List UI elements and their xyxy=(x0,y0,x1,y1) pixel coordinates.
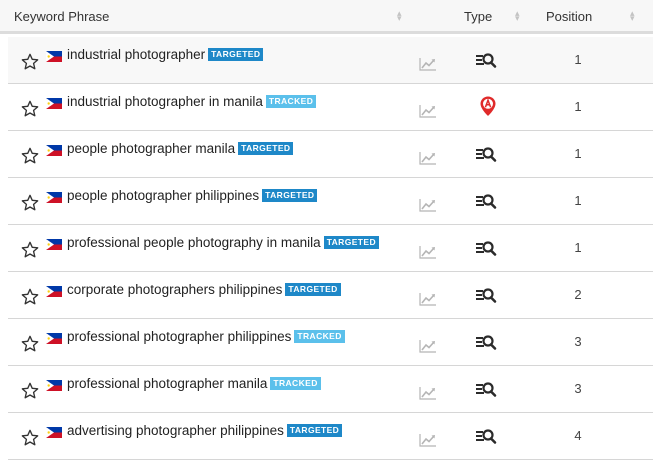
organic-search-icon xyxy=(475,427,497,445)
trend-chart-icon[interactable] xyxy=(419,433,437,447)
position-value: 2 xyxy=(574,287,582,302)
star-icon[interactable] xyxy=(20,52,40,72)
philippines-flag-icon xyxy=(46,96,62,109)
position-value: 1 xyxy=(574,52,582,67)
position-value: 1 xyxy=(574,99,582,114)
keyword-phrase: professional photographer manila TRACKED xyxy=(67,376,321,391)
targeted-badge: TARGETED xyxy=(238,142,294,155)
star-icon[interactable] xyxy=(20,240,40,260)
table-row[interactable]: professional photographer philippines TRA… xyxy=(8,319,653,366)
targeted-badge: TARGETED xyxy=(286,424,343,437)
position-value: 1 xyxy=(574,193,582,208)
table-row[interactable]: professional photographer manila TRACKED 3 xyxy=(8,366,653,413)
keyword-text: industrial photographer in manila xyxy=(67,94,263,109)
trend-chart-icon[interactable] xyxy=(419,57,437,71)
position-value: 3 xyxy=(574,334,582,349)
keyword-text: professional photographer philippines xyxy=(67,329,292,344)
table-row[interactable]: corporate photographers philippines TARGE… xyxy=(8,272,653,319)
philippines-flag-icon xyxy=(46,190,62,203)
trend-chart-icon[interactable] xyxy=(419,292,437,306)
keyword-phrase: people photographer philippines TARGETED xyxy=(67,188,318,203)
organic-search-icon xyxy=(475,286,497,304)
targeted-badge: TARGETED xyxy=(323,236,380,249)
position-value: 4 xyxy=(574,428,582,443)
keyword-text: corporate photographers philippines xyxy=(67,282,283,297)
table-header: Keyword Phrase ▴ ▾ Type ▴ ▾ Position ▴ ▾ xyxy=(0,0,653,34)
star-icon[interactable] xyxy=(20,334,40,354)
keyword-text: professional photographer manila xyxy=(67,376,268,391)
star-icon[interactable] xyxy=(20,428,40,448)
targeted-badge: TARGETED xyxy=(208,48,264,61)
sort-position-icon[interactable]: ▴ ▾ xyxy=(630,9,635,23)
position-value: 1 xyxy=(574,146,582,161)
keyword-phrase: people photographer manila TARGETED xyxy=(67,141,294,156)
targeted-badge: TARGETED xyxy=(262,189,318,202)
position-header[interactable]: Position xyxy=(546,9,592,24)
keyword-text: professional people photography in manil… xyxy=(67,235,321,250)
philippines-flag-icon xyxy=(46,143,62,156)
philippines-flag-icon xyxy=(46,284,62,297)
star-icon[interactable] xyxy=(20,99,40,119)
keyword-phrase: advertising photographer philippines TARG… xyxy=(67,423,343,438)
table-row[interactable]: people photographer philippines TARGETED 1 xyxy=(8,178,653,225)
trend-chart-icon[interactable] xyxy=(419,245,437,259)
tracked-badge: TRACKED xyxy=(265,95,317,108)
trend-chart-icon[interactable] xyxy=(419,151,437,165)
philippines-flag-icon xyxy=(46,331,62,344)
trend-chart-icon[interactable] xyxy=(419,104,437,118)
keyword-phrase-header[interactable]: Keyword Phrase xyxy=(14,9,109,24)
star-icon[interactable] xyxy=(20,146,40,166)
keyword-text: people photographer manila xyxy=(67,141,236,156)
tracked-badge: TRACKED xyxy=(294,330,345,343)
keyword-text: industrial photographer xyxy=(67,47,206,62)
position-value: 1 xyxy=(574,240,582,255)
table-row[interactable]: people photographer manila TARGETED 1 xyxy=(8,131,653,178)
sort-type-icon[interactable]: ▴ ▾ xyxy=(515,9,520,23)
table-row[interactable]: industrial photographer TARGETED 1 xyxy=(8,37,653,84)
organic-search-icon xyxy=(475,51,497,69)
table-row[interactable]: professional people photography in manil… xyxy=(8,225,653,272)
table-row[interactable]: industrial photographer in manila TRACKED… xyxy=(8,84,653,131)
position-value: 3 xyxy=(574,381,582,396)
tracked-badge: TRACKED xyxy=(270,377,321,390)
star-icon[interactable] xyxy=(20,287,40,307)
organic-search-icon xyxy=(475,333,497,351)
keyword-phrase: corporate photographers philippines TARGE… xyxy=(67,282,341,297)
philippines-flag-icon xyxy=(46,378,62,391)
star-icon[interactable] xyxy=(20,193,40,213)
keyword-phrase: industrial photographer TARGETED xyxy=(67,47,264,62)
organic-search-icon xyxy=(475,192,497,210)
keyword-phrase: professional people photography in manil… xyxy=(67,235,380,250)
star-icon[interactable] xyxy=(20,381,40,401)
keyword-phrase: industrial photographer in manila TRACKED xyxy=(67,94,317,109)
keyword-text: people photographer philippines xyxy=(67,188,260,203)
sort-keyword-icon[interactable]: ▴ ▾ xyxy=(397,9,402,23)
type-header[interactable]: Type xyxy=(464,9,492,24)
trend-chart-icon[interactable] xyxy=(419,198,437,212)
philippines-flag-icon xyxy=(46,237,62,250)
philippines-flag-icon xyxy=(46,425,62,438)
organic-search-icon xyxy=(475,239,497,257)
trend-chart-icon[interactable] xyxy=(419,339,437,353)
trend-chart-icon[interactable] xyxy=(419,386,437,400)
keyword-text: advertising photographer philippines xyxy=(67,423,284,438)
keyword-phrase: professional photographer philippines TRA… xyxy=(67,329,345,344)
organic-search-icon xyxy=(475,380,497,398)
table-row[interactable]: advertising photographer philippines TARG… xyxy=(8,413,653,460)
targeted-badge: TARGETED xyxy=(285,283,341,296)
philippines-flag-icon xyxy=(46,49,62,62)
map-pin-icon xyxy=(477,95,499,116)
organic-search-icon xyxy=(475,145,497,163)
